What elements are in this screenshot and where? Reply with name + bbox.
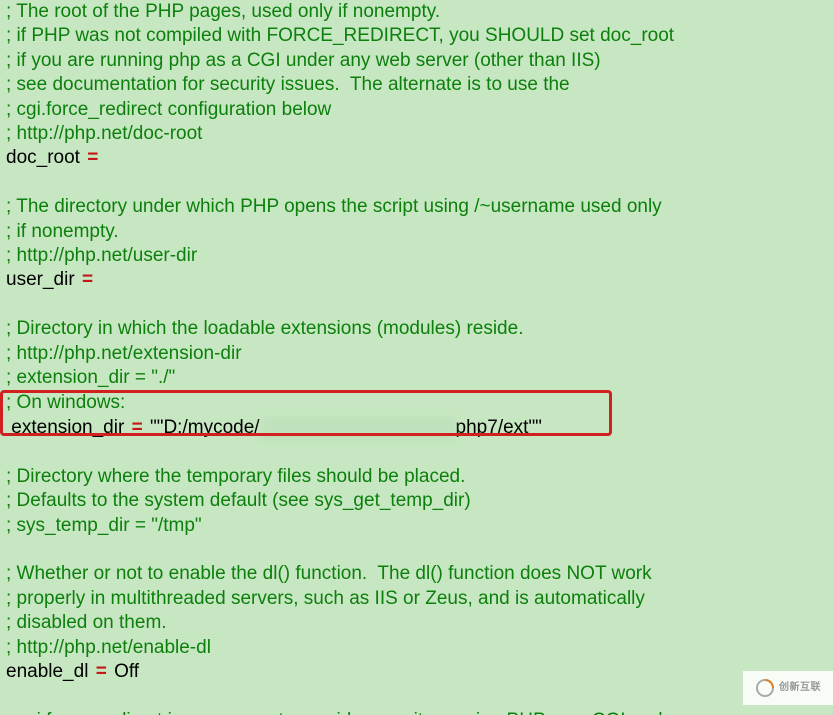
comment-line: ; Whether or not to enable the dl() func… [6, 562, 827, 586]
comment-line: ; if PHP was not compiled with FORCE_RED… [6, 24, 827, 48]
value-part-a: ""D:/mycode/ [150, 417, 260, 438]
blank-line [6, 538, 827, 562]
comment-line: ; disabled on them. [6, 611, 827, 635]
comment-line: ; http://php.net/user-dir [6, 244, 827, 268]
comment-line: ; The directory under which PHP opens th… [6, 195, 827, 219]
comment-line: ; Directory where the temporary files sh… [6, 465, 827, 489]
comment-line: ; http://php.net/doc-root [6, 122, 827, 146]
comment-line: ; cgi.force_redirect is necessary to pro… [6, 709, 827, 715]
comment-line: ; http://php.net/extension-dir [6, 342, 827, 366]
watermark: 创新互联 [743, 671, 833, 705]
key: doc_root [6, 147, 80, 168]
comment-line: ; Defaults to the system default (see sy… [6, 489, 827, 513]
value: Off [114, 661, 139, 682]
comment-line: ; cgi.force_redirect configuration below [6, 98, 827, 122]
logo-icon [755, 678, 775, 698]
directive-extension-dir: extension_dir = ""D:/mycode/php7/ext"" [6, 415, 827, 440]
comment-line: ; see documentation for security issues.… [6, 73, 827, 97]
key: extension_dir [6, 417, 124, 438]
directive-user-dir: user_dir = [6, 268, 827, 292]
blank-line [6, 440, 827, 464]
comment-line: ; Directory in which the loadable extens… [6, 317, 827, 341]
config-text-block: ; The root of the PHP pages, used only i… [0, 0, 833, 715]
blank-line [6, 293, 827, 317]
comment-line: ; if you are running php as a CGI under … [6, 49, 827, 73]
equals-sign: = [130, 417, 145, 438]
directive-enable-dl: enable_dl = Off [6, 660, 827, 684]
comment-line: ; On windows: [6, 391, 827, 415]
comment-line: ; extension_dir = "./" [6, 366, 827, 390]
comment-line: ; http://php.net/enable-dl [6, 636, 827, 660]
comment-line: ; The root of the PHP pages, used only i… [6, 0, 827, 24]
comment-line: ; sys_temp_dir = "/tmp" [6, 514, 827, 538]
blank-line [6, 171, 827, 195]
equals-sign: = [94, 661, 109, 682]
comment-line: ; properly in multithreaded servers, suc… [6, 587, 827, 611]
equals-sign: = [80, 269, 95, 290]
watermark-text: 创新互联 [779, 676, 821, 700]
value-part-b: php7/ext"" [456, 417, 542, 438]
equals-sign: = [85, 147, 100, 168]
blank-line [6, 684, 827, 708]
key: user_dir [6, 269, 75, 290]
redacted-path-segment [262, 415, 454, 439]
comment-line: ; if nonempty. [6, 220, 827, 244]
directive-doc-root: doc_root = [6, 146, 827, 170]
key: enable_dl [6, 661, 88, 682]
